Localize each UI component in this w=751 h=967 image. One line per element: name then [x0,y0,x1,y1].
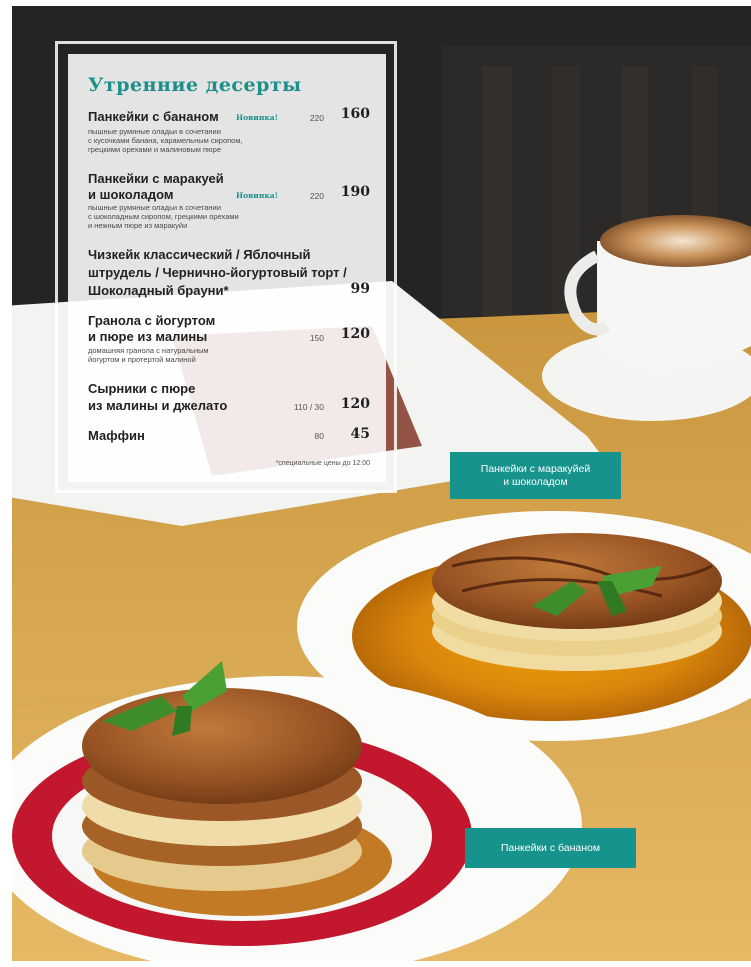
menu-item-name: Шоколадный брауни* [88,283,229,298]
menu-item-name: Чизкейк классический / Яблочный [88,247,311,262]
menu-item-name: из малины и джелато [88,398,228,413]
menu-title: Утренние десерты [88,74,302,96]
menu-item-name: Маффин [88,428,145,443]
new-badge: Новинка! [236,113,278,122]
menu-item-price: 120 [340,326,370,342]
menu-item-name: и пюре из малины [88,329,208,344]
menu-item-price: 190 [340,184,370,200]
menu-item-description-line: пышные румяные оладьи в сочетании [88,203,221,212]
menu-item-weight: 220 [309,191,324,201]
menu-item-price: 45 [350,426,370,442]
menu-item-description-line: домашняя гранола с натуральным [88,346,209,355]
caption-maracuja-pancakes: Панкейки с маракуйей и шоколадом [450,452,621,499]
menu-item-description-line: пышные румяные оладьи в сочетании [88,127,221,136]
caption-line: и шоколадом [503,475,568,488]
menu-item-name: Гранола с йогуртом [88,313,216,328]
menu-item-weight: 80 [314,431,324,441]
menu-item-price: 120 [340,396,370,412]
menu-item-description-line: грецкими орехами и малиновым пюре [88,145,222,154]
menu-item-name: Панкейки с маракуей [88,171,224,186]
menu-item-description-line: и нежным пюре из маракуйи [88,221,188,230]
caption-banana-pancakes: Панкейки с бананом [465,828,636,868]
menu-item-name: Сырники с пюре [88,381,196,396]
menu-item-description-line: йогуртом и протертой малиной [88,355,196,364]
menu-item-price: 99 [350,281,370,297]
menu-item-weight: 150 [309,333,324,343]
caption-line: Панкейки с бананом [500,841,601,854]
menu-item-weight: 220 [309,113,324,123]
menu-item-description-line: с кусочками банана, карамельным сиропом, [88,136,243,145]
caption-line: Панкейки с маракуйей [480,462,591,475]
menu-page: Утренние десерты Панкейки с бананом Нови… [0,0,751,967]
menu-item-name: и шоколадом [88,187,174,202]
menu-item-description-line: с шоколадным сиропом, грецкими орехами [88,212,239,221]
new-badge: Новинка! [236,191,278,200]
menu-item-weight: 110 / 30 [293,402,324,412]
special-price-footnote: *специальные цены до 12:00 [275,460,370,467]
menu-item-name: Панкейки с бананом [88,109,219,124]
menu-item-price: 160 [340,106,370,122]
menu-item-name: штрудель / Чернично-йогуртовый торт / [88,265,347,280]
